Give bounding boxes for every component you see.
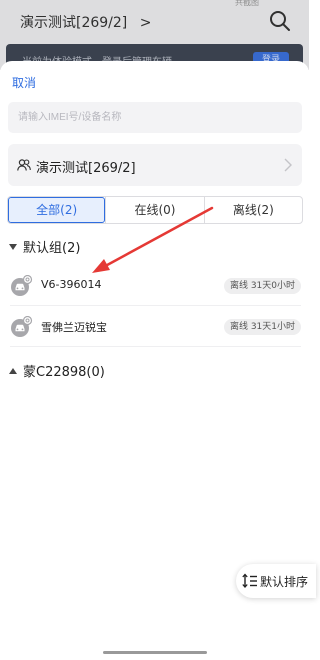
group-header-default[interactable]: 默认组(2) — [9, 237, 80, 256]
cancel-button[interactable]: 取消 — [12, 74, 36, 91]
home-indicator — [103, 651, 207, 654]
sort-button[interactable]: 默认排序 — [236, 564, 316, 598]
row-divider — [10, 346, 301, 347]
device-name: 雪佛兰迈锐宝 — [41, 321, 107, 334]
status-filter-tabs: 全部(2) 在线(0) 离线(2) — [7, 196, 303, 224]
row-divider — [10, 305, 301, 306]
device-row[interactable]: 雪佛兰迈锐宝 离线 31天1小时 — [0, 307, 309, 347]
sort-label: 默认排序 — [260, 575, 309, 589]
group-name: 蒙C22898(0) — [23, 365, 105, 380]
tab-online[interactable]: 在线(0) — [105, 197, 203, 223]
tab-offline[interactable]: 离线(2) — [203, 197, 302, 223]
group-header-c22898[interactable]: 蒙C22898(0) — [9, 361, 105, 380]
device-name: V6-396014 — [41, 278, 102, 291]
expand-triangle-icon — [9, 367, 17, 374]
car-offline-icon — [11, 275, 33, 296]
device-status-badge: 离线 31天1小时 — [223, 319, 301, 335]
tab-all[interactable]: 全部(2) — [8, 197, 106, 223]
group-name: 默认组(2) — [23, 241, 81, 256]
group-selector[interactable]: 演示测试[269/2] — [8, 144, 302, 186]
dim-overlay — [0, 0, 309, 70]
search-input[interactable] — [8, 102, 302, 133]
sort-icon — [242, 573, 257, 588]
group-selector-label: 演示测试[269/2] — [36, 161, 136, 176]
car-offline-icon — [11, 316, 33, 337]
background-page: 共截图 演示测试[269/2] > 当前为体验模式，登录后管理车辆 登录 — [0, 0, 309, 72]
collapse-triangle-icon — [9, 243, 17, 250]
device-row[interactable]: V6-396014 离线 31天0小时 — [0, 266, 309, 306]
users-icon — [17, 159, 31, 171]
device-status-badge: 离线 31天0小时 — [223, 278, 301, 294]
chevron-right-icon — [284, 158, 292, 172]
